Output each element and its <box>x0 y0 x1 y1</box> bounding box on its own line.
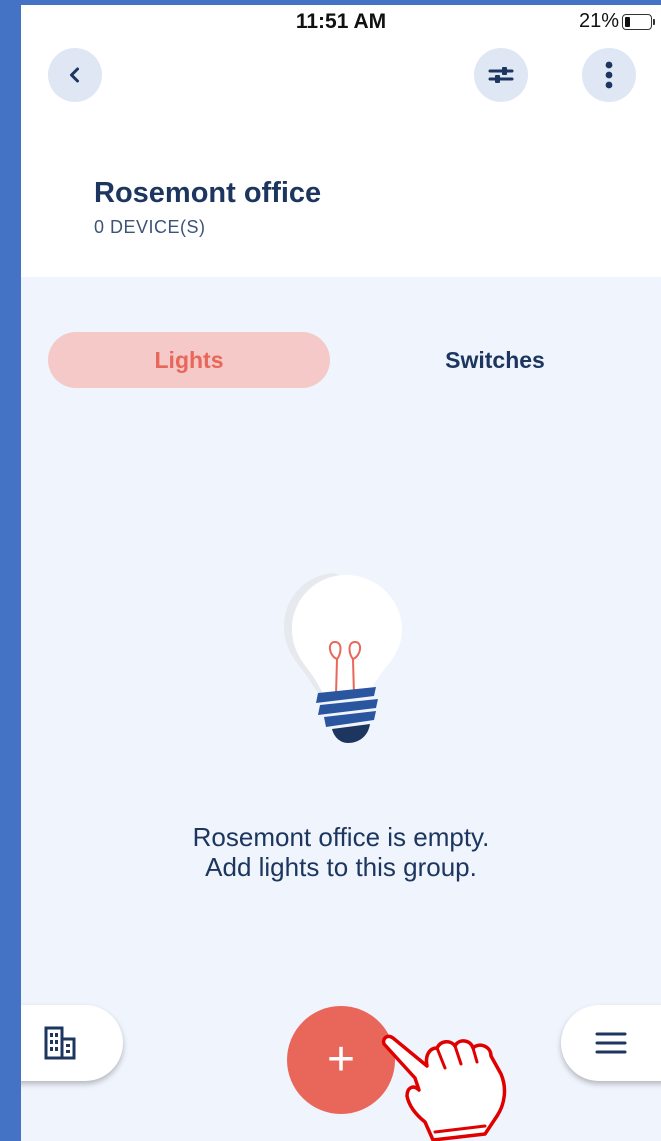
menu-button[interactable] <box>561 1005 661 1081</box>
app-screen: 11:51 AM 21% Rosemont office 0 DEVICE(S)… <box>21 5 661 1141</box>
empty-state-message: Rosemont office is empty. Add lights to … <box>21 822 661 882</box>
sliders-icon <box>488 67 514 83</box>
back-button[interactable] <box>48 48 102 102</box>
chevron-left-icon <box>70 67 79 83</box>
tab-lights-label: Lights <box>154 346 224 373</box>
status-time: 11:51 AM <box>295 10 387 33</box>
device-count: 0 DEVICE(S) <box>94 217 206 237</box>
battery-status: 21% <box>579 10 655 33</box>
tab-lights[interactable]: Lights <box>48 332 330 388</box>
rooms-nav-button[interactable] <box>21 1005 123 1081</box>
battery-tip <box>653 18 655 25</box>
filter-button[interactable] <box>474 48 528 102</box>
tab-switches[interactable]: Switches <box>354 332 636 388</box>
battery-fill <box>625 16 630 27</box>
pointing-hand-icon <box>381 1034 507 1141</box>
more-options-button[interactable] <box>582 48 636 102</box>
lightbulb-icon <box>284 573 402 743</box>
add-device-button[interactable]: + <box>287 1006 395 1114</box>
empty-state-line-1: Rosemont office is empty. <box>192 822 490 852</box>
battery-icon <box>622 13 652 30</box>
tab-switches-label: Switches <box>445 346 545 373</box>
group-title: Rosemont office <box>94 177 322 209</box>
frame-border-left <box>0 0 21 1141</box>
more-vertical-icon <box>605 61 613 89</box>
battery-percent: 21% <box>578 10 619 32</box>
header: 11:51 AM 21% Rosemont office 0 DEVICE(S) <box>21 5 661 277</box>
plus-icon: + <box>326 1033 356 1086</box>
building-icon <box>44 1026 76 1060</box>
empty-state-line-2: Add lights to this group. <box>205 852 477 882</box>
menu-icon <box>595 1032 627 1054</box>
